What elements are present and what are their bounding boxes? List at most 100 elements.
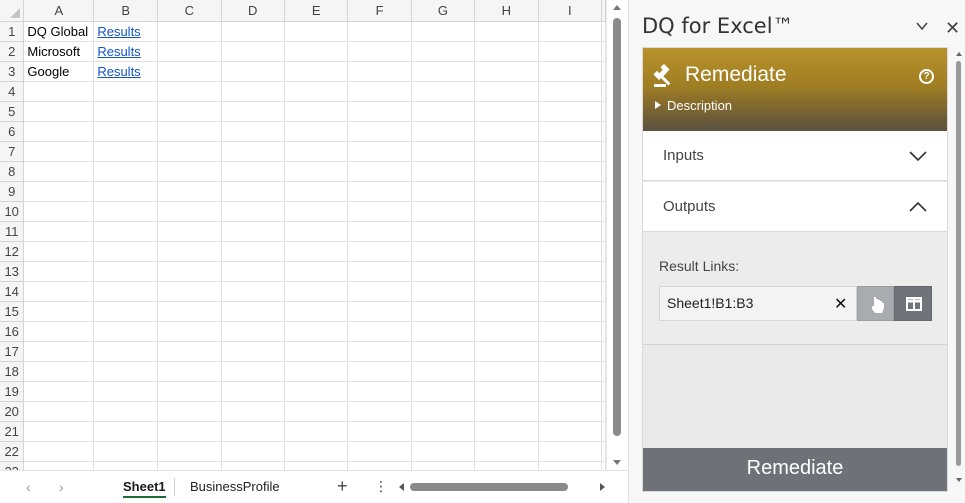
cell-c10[interactable] (157, 201, 222, 222)
cell-i6[interactable] (538, 121, 603, 142)
cell-a3[interactable]: Google (23, 61, 95, 82)
cell-h8[interactable] (474, 161, 539, 182)
column-header-a[interactable]: A (23, 0, 95, 22)
cell-h11[interactable] (474, 221, 539, 242)
cell-d20[interactable] (221, 401, 285, 422)
horizontal-scroll-thumb[interactable] (410, 483, 568, 491)
cell-grid[interactable]: A B C D E F G H I 1 DQ Global Results 2 Microsoft Resu… (0, 0, 606, 470)
cell-e11[interactable] (284, 221, 349, 242)
cell-b20[interactable] (93, 401, 159, 422)
cell-overflow[interactable] (601, 61, 606, 82)
cell-h4[interactable] (474, 81, 539, 102)
row-header-22[interactable]: 22 (0, 441, 25, 462)
cell-b18[interactable] (93, 361, 159, 382)
cell-h18[interactable] (474, 361, 539, 382)
cell-c23[interactable] (157, 461, 222, 470)
remediate-button[interactable]: Remediate (643, 448, 947, 491)
cell-g5[interactable] (411, 101, 476, 122)
row-header-13[interactable]: 13 (0, 261, 25, 282)
cell-h14[interactable] (474, 281, 539, 302)
cell-a5[interactable] (23, 101, 95, 122)
row-header-9[interactable]: 9 (0, 181, 25, 202)
row-header-11[interactable]: 11 (0, 221, 25, 242)
cell-b22[interactable] (93, 441, 159, 462)
cell-g18[interactable] (411, 361, 476, 382)
description-toggle[interactable]: Description (655, 98, 732, 113)
cell-i12[interactable] (538, 241, 603, 262)
cell-i19[interactable] (538, 381, 603, 402)
cell-b11[interactable] (93, 221, 159, 242)
cell-e19[interactable] (284, 381, 349, 402)
cell-h17[interactable] (474, 341, 539, 362)
cell-h12[interactable] (474, 241, 539, 262)
cell-h2[interactable] (474, 41, 539, 62)
cell-i20[interactable] (538, 401, 603, 422)
cell-g10[interactable] (411, 201, 476, 222)
cell-f22[interactable] (347, 441, 412, 462)
cell-e17[interactable] (284, 341, 349, 362)
cell-c4[interactable] (157, 81, 222, 102)
column-header-f[interactable]: F (347, 0, 412, 22)
row-header-3[interactable]: 3 (0, 61, 25, 82)
cell-overflow[interactable] (601, 361, 606, 382)
cell-g3[interactable] (411, 61, 476, 82)
add-sheet-button[interactable]: + (337, 476, 348, 497)
cell-h9[interactable] (474, 181, 539, 202)
cell-f6[interactable] (347, 121, 412, 142)
results-link[interactable]: Results (97, 24, 140, 39)
cell-d18[interactable] (221, 361, 285, 382)
cell-a11[interactable] (23, 221, 95, 242)
column-header-b[interactable]: B (93, 0, 159, 22)
cell-overflow[interactable] (601, 241, 606, 262)
cell-a14[interactable] (23, 281, 95, 302)
cell-f5[interactable] (347, 101, 412, 122)
cell-a23[interactable] (23, 461, 95, 470)
cell-overflow[interactable] (601, 121, 606, 142)
cell-d16[interactable] (221, 321, 285, 342)
row-header-1[interactable]: 1 (0, 21, 25, 42)
scroll-right-arrow-icon[interactable] (600, 483, 605, 491)
cell-b12[interactable] (93, 241, 159, 262)
row-header-21[interactable]: 21 (0, 421, 25, 442)
cell-e15[interactable] (284, 301, 349, 322)
cell-overflow[interactable] (601, 41, 606, 62)
cell-a12[interactable] (23, 241, 95, 262)
row-header-17[interactable]: 17 (0, 341, 25, 362)
cell-g2[interactable] (411, 41, 476, 62)
cell-c17[interactable] (157, 341, 222, 362)
column-header-c[interactable]: C (157, 0, 222, 22)
cell-f12[interactable] (347, 241, 412, 262)
cell-overflow[interactable] (601, 181, 606, 202)
cell-d15[interactable] (221, 301, 285, 322)
row-header-19[interactable]: 19 (0, 381, 25, 402)
cell-e4[interactable] (284, 81, 349, 102)
cell-b16[interactable] (93, 321, 159, 342)
cell-d10[interactable] (221, 201, 285, 222)
outputs-section-header[interactable]: Outputs (643, 182, 947, 232)
cell-i8[interactable] (538, 161, 603, 182)
cell-overflow[interactable] (601, 461, 606, 470)
cell-c16[interactable] (157, 321, 222, 342)
cell-overflow[interactable] (601, 161, 606, 182)
cell-d8[interactable] (221, 161, 285, 182)
cell-g6[interactable] (411, 121, 476, 142)
cell-a20[interactable] (23, 401, 95, 422)
next-sheet-icon[interactable]: › (59, 479, 64, 495)
cell-h22[interactable] (474, 441, 539, 462)
cell-c2[interactable] (157, 41, 222, 62)
cell-g22[interactable] (411, 441, 476, 462)
help-icon[interactable]: ? (919, 69, 934, 84)
cell-overflow[interactable] (601, 141, 606, 162)
cell-c5[interactable] (157, 101, 222, 122)
column-header-d[interactable]: D (221, 0, 285, 22)
cell-i4[interactable] (538, 81, 603, 102)
cell-c12[interactable] (157, 241, 222, 262)
row-header-5[interactable]: 5 (0, 101, 25, 122)
column-header-e[interactable]: E (284, 0, 349, 22)
cell-f19[interactable] (347, 381, 412, 402)
row-header-20[interactable]: 20 (0, 401, 25, 422)
tab-sheet1[interactable]: Sheet1 (117, 476, 172, 500)
cell-g14[interactable] (411, 281, 476, 302)
pane-scroll-up-icon[interactable] (956, 52, 962, 56)
cell-f13[interactable] (347, 261, 412, 282)
